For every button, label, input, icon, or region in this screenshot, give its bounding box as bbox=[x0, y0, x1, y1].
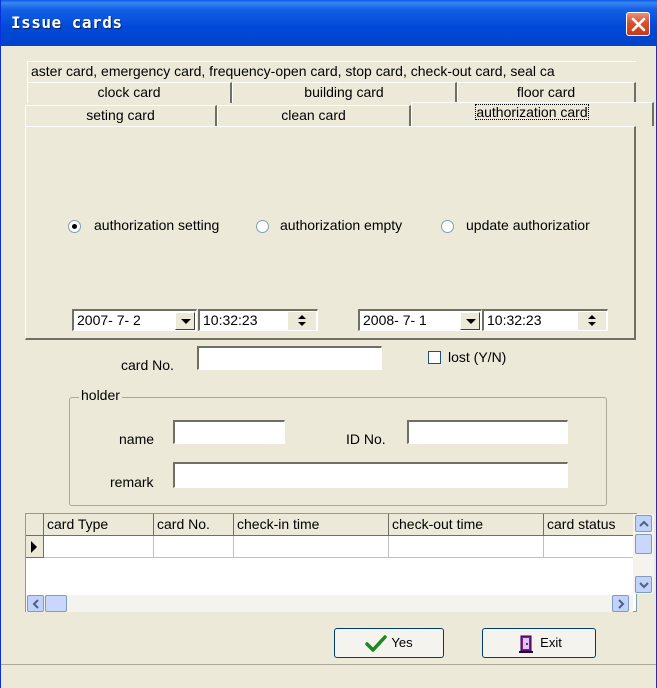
holder-group-title: holder bbox=[79, 387, 122, 403]
chevron-up-icon[interactable] bbox=[288, 312, 316, 321]
scroll-thumb[interactable] bbox=[45, 595, 67, 612]
chevron-down-icon[interactable] bbox=[288, 321, 316, 330]
tab-building-card[interactable]: building card bbox=[232, 82, 457, 103]
lost-checkbox[interactable] bbox=[428, 351, 441, 364]
name-label: name bbox=[119, 431, 155, 447]
scroll-right-button[interactable] bbox=[612, 595, 629, 612]
checkmark-icon bbox=[365, 634, 388, 652]
start-date-value: 2007- 7- 2 bbox=[77, 312, 141, 328]
column-header-check-in[interactable]: check-in time bbox=[234, 514, 389, 536]
lost-label: lost (Y/N) bbox=[448, 349, 507, 365]
chevron-up-icon[interactable] bbox=[578, 312, 606, 321]
end-time-picker[interactable]: 10:32:23 bbox=[482, 309, 608, 331]
radio-label: authorization empty bbox=[280, 217, 403, 233]
table-cell[interactable] bbox=[44, 536, 154, 558]
tab-clean-card[interactable]: clean card bbox=[217, 105, 411, 126]
tab-label: building card bbox=[304, 84, 384, 100]
table-cell[interactable] bbox=[544, 536, 636, 558]
end-time-value: 10:32:23 bbox=[487, 312, 542, 328]
radio-update-authorization[interactable] bbox=[441, 220, 454, 233]
tab-row-2: clock card building card floor card bbox=[27, 82, 636, 103]
scroll-down-button[interactable] bbox=[635, 576, 652, 593]
scroll-up-button[interactable] bbox=[635, 515, 652, 532]
status-bar bbox=[1, 664, 656, 688]
tab-floor-card[interactable]: floor card bbox=[457, 82, 636, 103]
column-header-check-out[interactable]: check-out time bbox=[389, 514, 544, 536]
authorization-panel bbox=[25, 126, 636, 340]
close-icon bbox=[631, 17, 646, 32]
id-no-input[interactable] bbox=[407, 420, 568, 444]
time-spinner[interactable] bbox=[288, 312, 316, 330]
horizontal-scrollbar[interactable] bbox=[26, 595, 633, 612]
radio-label: authorization setting bbox=[94, 217, 220, 233]
table-cell[interactable] bbox=[389, 536, 544, 558]
exit-button[interactable]: Exit bbox=[482, 628, 596, 658]
yes-button[interactable]: Yes bbox=[334, 628, 444, 658]
table-corner bbox=[26, 514, 44, 536]
vertical-scrollbar[interactable] bbox=[633, 514, 654, 594]
tab-label: floor card bbox=[516, 84, 576, 100]
tab-master-cards[interactable]: aster card, emergency card, frequency-op… bbox=[27, 61, 636, 82]
issue-cards-window: Issue cards aster card, emergency card, … bbox=[0, 0, 657, 688]
table-header: card Type card No. check-in time check-o… bbox=[26, 514, 636, 536]
table-cell[interactable] bbox=[154, 536, 234, 558]
tab-row-3: seting card clean card authorization car… bbox=[25, 102, 654, 126]
chevron-right-icon bbox=[618, 599, 625, 609]
time-spinner[interactable] bbox=[578, 312, 606, 330]
tab-label: clock card bbox=[97, 84, 161, 100]
tab-label: seting card bbox=[86, 107, 155, 123]
card-no-label: card No. bbox=[121, 357, 174, 373]
exit-door-icon bbox=[519, 635, 534, 653]
exit-button-label: Exit bbox=[540, 635, 562, 650]
tab-label: aster card, emergency card, frequency-op… bbox=[31, 63, 555, 79]
chevron-down-icon[interactable] bbox=[175, 312, 195, 330]
column-header-card-no[interactable]: card No. bbox=[154, 514, 234, 536]
radio-authorization-setting[interactable] bbox=[68, 220, 81, 233]
card-no-input[interactable] bbox=[197, 346, 382, 370]
title-bar[interactable]: Issue cards bbox=[1, 0, 657, 46]
name-input[interactable] bbox=[173, 420, 285, 444]
row-indicator[interactable] bbox=[26, 536, 44, 558]
yes-button-label: Yes bbox=[391, 635, 413, 650]
chevron-down-icon bbox=[639, 582, 649, 589]
tab-label: clean card bbox=[281, 107, 346, 123]
chevron-up-icon bbox=[639, 520, 649, 527]
start-time-picker[interactable]: 10:32:23 bbox=[198, 309, 318, 331]
scroll-thumb[interactable] bbox=[635, 534, 652, 554]
chevron-down-icon[interactable] bbox=[578, 321, 606, 330]
tab-clock-card[interactable]: clock card bbox=[27, 82, 232, 103]
start-time-value: 10:32:23 bbox=[203, 312, 258, 328]
chevron-left-icon bbox=[32, 599, 39, 609]
radio-label: update authorizatior bbox=[466, 217, 590, 233]
table-cell[interactable] bbox=[234, 536, 389, 558]
id-no-label: ID No. bbox=[346, 431, 386, 447]
tab-row-1: aster card, emergency card, frequency-op… bbox=[27, 61, 636, 82]
window-title: Issue cards bbox=[11, 13, 123, 32]
tab-seting-card[interactable]: seting card bbox=[25, 105, 217, 126]
remark-label: remark bbox=[110, 474, 154, 490]
start-date-picker[interactable]: 2007- 7- 2 bbox=[72, 309, 197, 331]
end-date-value: 2008- 7- 1 bbox=[363, 312, 427, 328]
chevron-down-icon[interactable] bbox=[460, 312, 480, 330]
end-date-picker[interactable]: 2008- 7- 1 bbox=[358, 309, 482, 331]
column-header-card-status[interactable]: card status bbox=[544, 514, 636, 536]
close-button[interactable] bbox=[626, 12, 650, 36]
tab-authorization-card[interactable]: authorization card bbox=[411, 102, 654, 126]
scroll-left-button[interactable] bbox=[27, 595, 44, 612]
column-header-card-type[interactable]: card Type bbox=[44, 514, 154, 536]
radio-authorization-empty[interactable] bbox=[256, 220, 269, 233]
remark-input[interactable] bbox=[173, 462, 568, 488]
tab-label: authorization card bbox=[475, 104, 589, 120]
